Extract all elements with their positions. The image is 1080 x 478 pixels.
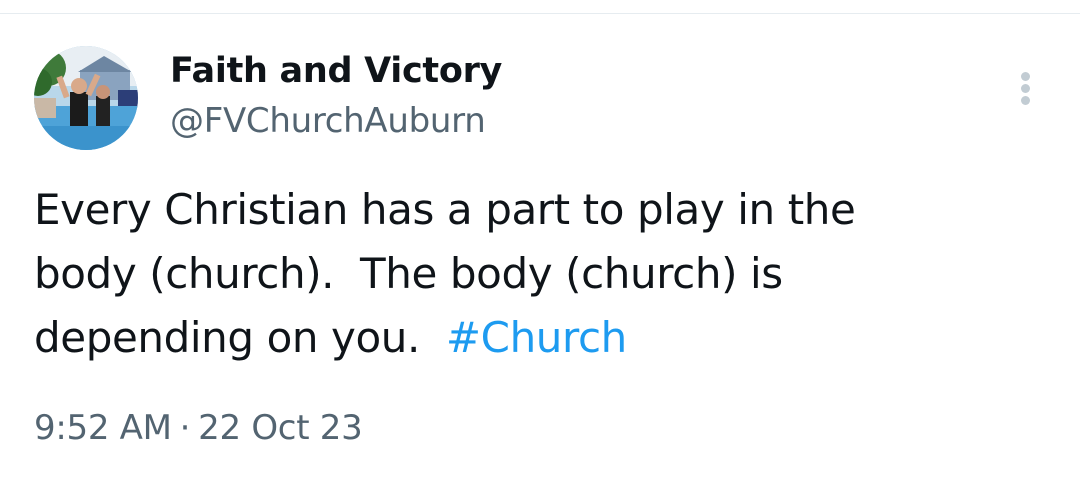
tweet-text: Every Christian has a part to play in th… — [34, 178, 1044, 370]
menu-dot — [1021, 84, 1030, 93]
menu-dot — [1021, 72, 1030, 81]
tweet-text-segment: depending on you. — [34, 313, 446, 362]
menu-dot — [1021, 96, 1030, 105]
tweet-date: 22 Oct 23 — [198, 408, 363, 448]
tweet-time: 9:52 AM — [34, 408, 172, 448]
tweet-text-line: depending on you. #Church — [34, 306, 1044, 370]
more-options-icon[interactable] — [1004, 66, 1048, 110]
meta-separator: · — [179, 408, 191, 448]
tweet-text-line: Every Christian has a part to play in th… — [34, 185, 856, 234]
display-name[interactable]: Faith and Victory — [170, 50, 502, 92]
tweet-screen: Faith and Victory @FVChurchAuburn Every … — [0, 0, 1080, 478]
hashtag-link[interactable]: #Church — [446, 313, 627, 362]
tweet-timestamp[interactable]: 9:52 AM · 22 Oct 23 — [34, 406, 363, 450]
avatar[interactable] — [34, 46, 138, 150]
divider — [0, 13, 1080, 14]
tweet-text-line: body (church). The body (church) is — [34, 249, 783, 298]
user-handle[interactable]: @FVChurchAuburn — [170, 100, 486, 142]
avatar-photo — [34, 46, 138, 150]
